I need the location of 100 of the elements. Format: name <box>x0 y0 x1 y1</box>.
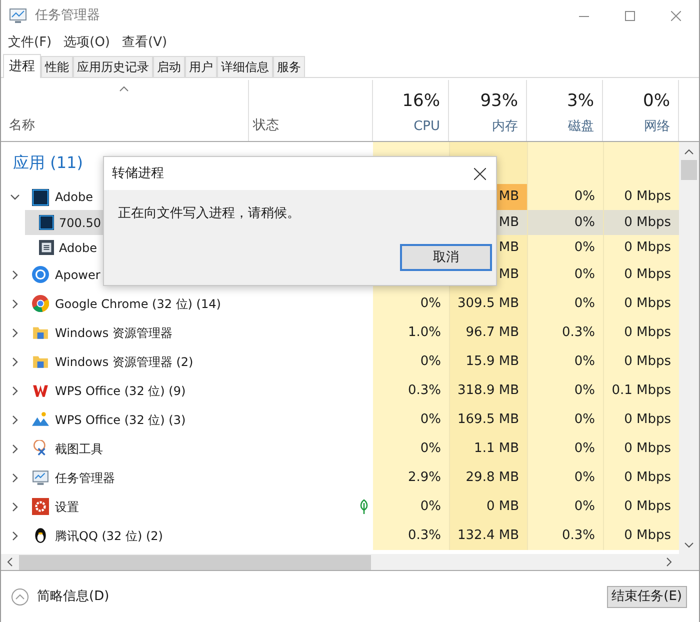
tab[interactable]: 进程 <box>3 54 41 78</box>
menu-item[interactable]: 选项(O) <box>58 33 116 53</box>
disk-cell: 0% <box>527 184 603 210</box>
dialog-title: 转储进程 <box>112 164 164 183</box>
disk-cell: 0% <box>527 492 603 521</box>
process-name: 任务管理器 <box>55 470 115 486</box>
maximize-icon <box>625 11 635 21</box>
dialog-message: 正在向文件写入进程，请稍候。 <box>118 206 300 221</box>
cpu-cell: 0% <box>373 289 449 318</box>
cpu-cell: 2.9% <box>373 463 449 492</box>
folder-icon <box>32 353 49 370</box>
group-heading: 应用 (11) <box>13 152 83 174</box>
column-header[interactable]: 磁盘 <box>568 116 594 136</box>
chevron-right-icon[interactable] <box>10 472 20 482</box>
network-cell: 0 Mbps <box>603 210 679 235</box>
disk-cell: 0% <box>527 347 603 376</box>
memory-cell: 96.7 MB <box>449 318 527 347</box>
collapse-icon <box>11 588 29 606</box>
network-cell: 0 Mbps <box>603 347 679 376</box>
network-cell: 0 Mbps <box>603 318 679 347</box>
process-name: Apower <box>55 266 100 284</box>
sort-caret-icon <box>119 86 129 92</box>
tab[interactable]: 启动 <box>153 56 185 77</box>
close-icon <box>671 11 681 21</box>
cpu-cell: 0.3% <box>373 376 449 405</box>
chevron-right-icon[interactable] <box>10 444 20 454</box>
process-name: 700.50 <box>59 214 101 232</box>
cpu-cell: 0% <box>373 434 449 463</box>
app-icon <box>32 266 49 283</box>
chevron-right-icon[interactable] <box>10 298 20 308</box>
scroll-left-icon[interactable] <box>7 557 13 567</box>
memory-cell: 15.9 MB <box>449 347 527 376</box>
close-icon[interactable] <box>474 168 486 180</box>
process-name: Windows 资源管理器 (2) <box>55 354 194 370</box>
disk-cell: 0% <box>527 376 603 405</box>
network-cell: 0 Mbps <box>603 405 679 434</box>
memory-cell: 318.9 MB <box>449 376 527 405</box>
chevron-right-icon[interactable] <box>10 530 20 540</box>
cpu-cell: 0.3% <box>373 521 449 550</box>
disk-cell: 0% <box>527 434 603 463</box>
process-name: WPS Office (32 位) (9) <box>55 382 186 400</box>
chevron-right-icon[interactable] <box>10 356 20 366</box>
scroll-thumb[interactable] <box>681 160 697 180</box>
tab[interactable]: 应用历史记录 <box>73 56 153 77</box>
usage-percent: 16% <box>402 90 440 112</box>
network-cell: 0 Mbps <box>603 463 679 492</box>
column-header[interactable]: 名称 <box>9 116 248 135</box>
process-name: Windows 资源管理器 <box>55 324 172 342</box>
column-header[interactable]: 状态 <box>253 116 279 135</box>
network-cell: 0 Mbps <box>603 521 679 550</box>
monitor-icon <box>32 469 49 486</box>
chevron-right-icon[interactable] <box>10 270 20 280</box>
chevron-right-icon[interactable] <box>10 386 20 396</box>
disk-cell: 0.3% <box>527 521 603 550</box>
end-task-button[interactable]: 结束任务(E) <box>606 586 687 608</box>
column-header[interactable]: 网络 <box>644 116 670 136</box>
network-cell: 0 Mbps <box>603 260 679 289</box>
tab[interactable]: 用户 <box>185 56 217 77</box>
photoshop-icon <box>39 215 54 230</box>
chevron-down-icon[interactable] <box>10 192 20 202</box>
memory-cell: 29.8 MB <box>449 463 527 492</box>
mountain-icon <box>32 411 49 428</box>
child-process-row[interactable]: Adobe <box>25 235 249 260</box>
usage-percent: 93% <box>480 90 518 112</box>
network-cell: 0 Mbps <box>603 184 679 210</box>
menu-item[interactable]: 文件(F) <box>3 33 57 53</box>
vertical-scrollbar[interactable] <box>679 142 699 554</box>
penguin-icon <box>32 527 49 544</box>
gear-icon <box>32 498 49 515</box>
scroll-up-icon[interactable] <box>684 149 694 155</box>
horizontal-scrollbar[interactable] <box>1 554 699 571</box>
memory-cell: 0 MB <box>449 492 527 521</box>
column-header[interactable]: CPU <box>414 116 440 136</box>
process-name: 腾讯QQ (32 位) (2) <box>55 528 163 544</box>
scroll-right-icon[interactable] <box>666 557 672 567</box>
usage-percent: 0% <box>643 90 670 112</box>
chevron-right-icon[interactable] <box>10 414 20 424</box>
chevron-right-icon[interactable] <box>10 328 20 338</box>
network-cell: 0 Mbps <box>603 289 679 318</box>
cpu-cell: 0% <box>373 405 449 434</box>
disk-cell: 0.3% <box>527 318 603 347</box>
window-title: 任务管理器 <box>35 7 100 26</box>
tab[interactable]: 服务 <box>273 56 305 77</box>
usage-percent: 3% <box>567 90 594 112</box>
chevron-right-icon[interactable] <box>10 502 20 512</box>
disk-cell: 0% <box>527 289 603 318</box>
memory-cell: 132.4 MB <box>449 521 527 550</box>
scroll-thumb[interactable] <box>19 554 371 570</box>
process-name: Adobe <box>55 189 93 206</box>
document-icon <box>39 240 54 255</box>
fewer-details-link[interactable]: 简略信息(D) <box>11 586 110 606</box>
cancel-button[interactable]: 取消 <box>400 244 492 271</box>
scroll-down-icon[interactable] <box>684 542 694 548</box>
tab[interactable]: 详细信息 <box>217 56 273 77</box>
disk-cell: 0% <box>527 463 603 492</box>
menu-item[interactable]: 查看(V) <box>117 33 172 53</box>
process-name: WPS Office (32 位) (3) <box>55 412 186 428</box>
photoshop-icon <box>32 188 49 206</box>
tab[interactable]: 性能 <box>41 56 73 77</box>
column-header[interactable]: 内存 <box>492 116 518 136</box>
